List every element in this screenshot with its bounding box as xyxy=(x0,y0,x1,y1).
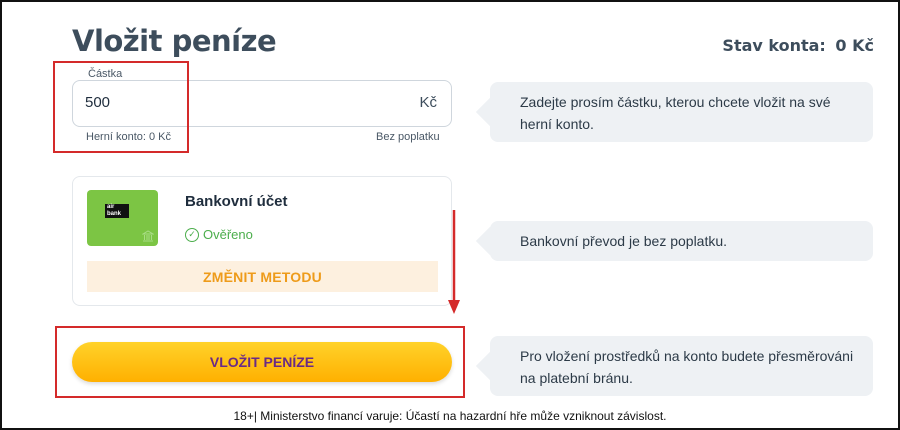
fee-hint: Bez poplatku xyxy=(376,131,440,143)
info-amount: Zadejte prosím částku, kterou chcete vlo… xyxy=(490,82,873,142)
amount-currency: Kč xyxy=(419,94,437,111)
payment-method-card: air bank Bankovní účet ✓ Ověřeno ZMĚNIT … xyxy=(72,176,452,306)
balance-value: 0 Kč xyxy=(835,36,874,55)
amount-input-field[interactable]: 500 Kč xyxy=(72,80,452,127)
check-circle-icon: ✓ xyxy=(185,227,199,242)
amount-value[interactable]: 500 xyxy=(85,94,110,111)
page-title: Vložit peníze xyxy=(72,24,277,58)
amount-label: Částka xyxy=(84,68,127,80)
info-deposit: Pro vložení prostředků na konto budete p… xyxy=(490,336,873,396)
balance-label: Stav konta: xyxy=(722,36,826,55)
game-account-hint: Herní konto: 0 Kč xyxy=(86,131,171,143)
deposit-button[interactable]: VLOŽIT PENÍZE xyxy=(72,342,452,382)
arrow-down-icon xyxy=(448,210,460,314)
bank-logo: air bank xyxy=(105,204,129,218)
bank-building-icon xyxy=(142,230,154,242)
account-balance: Stav konta: 0 Kč xyxy=(722,36,874,55)
method-name: Bankovní účet xyxy=(185,193,288,210)
info-method: Bankovní převod je bez poplatku. xyxy=(490,221,873,261)
gambling-warning-footer: 18+| Ministerstvo financí varuje: Účastí… xyxy=(233,409,667,423)
verified-label: Ověřeno xyxy=(203,227,253,242)
change-method-button[interactable]: ZMĚNIT METODU xyxy=(87,261,438,292)
verified-status: ✓ Ověřeno xyxy=(185,227,253,242)
bank-card-image: air bank xyxy=(87,190,158,246)
